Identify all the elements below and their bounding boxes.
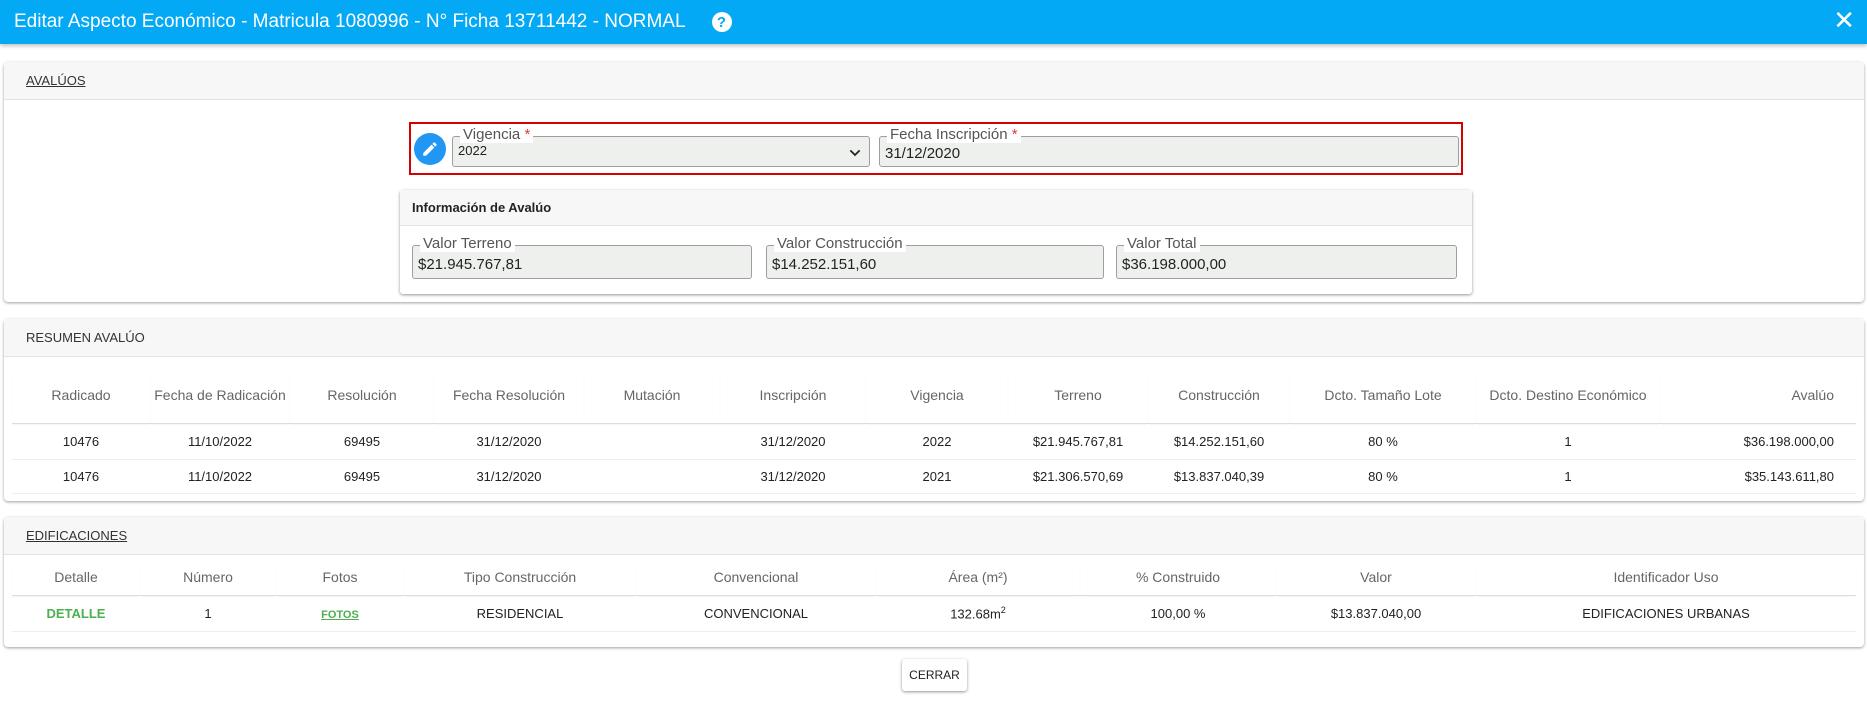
cell-construido: 100,00 % [1080, 595, 1276, 632]
resumen-header-row: Radicado Fecha de Radicación Resolución … [12, 369, 1856, 424]
cell-avaluo: $35.143.611,80 [1660, 459, 1856, 494]
cell-inscripcion: 31/12/2020 [720, 459, 866, 494]
table-row[interactable]: 10476 11/10/2022 69495 31/12/2020 31/12/… [12, 423, 1856, 460]
vigencia-label: Vigencia * [460, 127, 534, 143]
cell-numero: 1 [140, 595, 276, 632]
informacion-avaluo-panel: Información de Avalúo Valor Terreno $21.… [400, 190, 1472, 294]
chevron-down-icon[interactable] [847, 145, 863, 161]
valor-terreno-label: Valor Terreno [420, 236, 515, 252]
col-mutacion[interactable]: Mutación [584, 369, 720, 424]
cell-identificador-uso: EDIFICACIONES URBANAS [1476, 595, 1856, 632]
cell-detalle: DETALLE [12, 595, 140, 632]
col-avaluo[interactable]: Avalúo [1660, 369, 1856, 424]
cell-fecha-radicacion: 11/10/2022 [150, 459, 290, 494]
col-vigencia[interactable]: Vigencia [866, 369, 1008, 424]
fecha-inscripcion-label: Fecha Inscripción * [887, 127, 1021, 143]
dialog-title: Editar Aspecto Económico - Matricula 108… [14, 11, 686, 32]
valor-total-field[interactable]: Valor Total $36.198.000,00 [1116, 236, 1457, 279]
valor-total-label: Valor Total [1124, 236, 1200, 252]
resumen-avaluo-card: RESUMEN AVALÚO Radicado Fecha de Radicac… [4, 319, 1864, 501]
cell-fecha-radicacion: 11/10/2022 [150, 423, 290, 460]
cell-mutacion [584, 459, 720, 494]
cell-dcto-destino-economico: 1 [1476, 423, 1660, 460]
col-inscripcion[interactable]: Inscripción [720, 369, 866, 424]
edificaciones-header-row: Detalle Número Fotos Tipo Construcción C… [12, 561, 1856, 596]
help-icon[interactable]: ? [711, 12, 732, 32]
cell-dcto-destino-economico: 1 [1476, 459, 1660, 494]
cell-construccion: $14.252.151,60 [1148, 423, 1290, 460]
edificaciones-table: Detalle Número Fotos Tipo Construcción C… [12, 561, 1856, 632]
valor-total-value: $36.198.000,00 [1122, 256, 1227, 273]
col-fecha-resolucion[interactable]: Fecha Resolución [434, 369, 584, 424]
cell-vigencia: 2021 [866, 459, 1008, 494]
cell-resolucion: 69495 [290, 459, 434, 494]
resumen-avaluo-header: RESUMEN AVALÚO [4, 319, 1864, 357]
table-row[interactable]: DETALLE 1 FOTOS RESIDENCIAL CONVENCIONAL… [12, 595, 1856, 632]
col-detalle[interactable]: Detalle [12, 561, 140, 596]
fecha-inscripcion-field[interactable]: Fecha Inscripción * 31/12/2020 [879, 127, 1459, 167]
cell-tipo-construccion: RESIDENCIAL [404, 595, 636, 632]
cell-fotos: FOTOS [276, 595, 404, 632]
cerrar-button[interactable]: CERRAR [902, 659, 967, 691]
valor-terreno-field[interactable]: Valor Terreno $21.945.767,81 [412, 236, 752, 279]
col-area[interactable]: Área (m²) [876, 561, 1080, 596]
col-valor[interactable]: Valor [1276, 561, 1476, 596]
col-radicado[interactable]: Radicado [12, 369, 150, 424]
col-fotos[interactable]: Fotos [276, 561, 404, 596]
valor-construccion-field[interactable]: Valor Construcción $14.252.151,60 [766, 236, 1104, 279]
avaluos-card: AVALÚOS Vigencia * 2022 Fecha Inscripció… [4, 62, 1864, 302]
avaluos-title[interactable]: AVALÚOS [26, 73, 85, 88]
cell-mutacion [584, 423, 720, 460]
close-icon[interactable]: ✕ [1833, 6, 1855, 34]
col-resolucion[interactable]: Resolución [290, 369, 434, 424]
cell-inscripcion: 31/12/2020 [720, 423, 866, 460]
valor-construccion-value: $14.252.151,60 [772, 256, 877, 273]
edificaciones-header: EDIFICACIONES [4, 517, 1864, 555]
fecha-inscripcion-value: 31/12/2020 [885, 145, 961, 162]
cell-dcto-tamano-lote: 80 % [1290, 459, 1476, 494]
valor-construccion-label: Valor Construcción [774, 236, 906, 252]
col-identificador-uso[interactable]: Identificador Uso [1476, 561, 1856, 596]
informacion-avaluo-title: Información de Avalúo [400, 190, 1472, 226]
cell-fecha-resolucion: 31/12/2020 [434, 459, 584, 494]
vigencia-select[interactable]: Vigencia * 2022 [452, 127, 870, 167]
cell-radicado: 10476 [12, 423, 150, 460]
cell-terreno: $21.306.570,69 [1008, 459, 1148, 494]
col-terreno[interactable]: Terreno [1008, 369, 1148, 424]
fotos-link[interactable]: FOTOS [321, 609, 359, 621]
cell-construccion: $13.837.040,39 [1148, 459, 1290, 494]
col-convencional[interactable]: Convencional [636, 561, 876, 596]
cell-fecha-resolucion: 31/12/2020 [434, 423, 584, 460]
cell-resolucion: 69495 [290, 423, 434, 460]
cell-vigencia: 2022 [866, 423, 1008, 460]
cell-radicado: 10476 [12, 459, 150, 494]
col-construccion[interactable]: Construcción [1148, 369, 1290, 424]
cell-dcto-tamano-lote: 80 % [1290, 423, 1476, 460]
table-row[interactable]: 10476 11/10/2022 69495 31/12/2020 31/12/… [12, 459, 1856, 494]
col-numero[interactable]: Número [140, 561, 276, 596]
resumen-avaluo-title: RESUMEN AVALÚO [26, 330, 145, 345]
edificaciones-title[interactable]: EDIFICACIONES [26, 528, 127, 543]
col-dcto-tamano-lote[interactable]: Dcto. Tamaño Lote [1290, 369, 1476, 424]
cell-area: 132.68m2 [876, 595, 1080, 632]
cell-avaluo: $36.198.000,00 [1660, 423, 1856, 460]
col-construido[interactable]: % Construido [1080, 561, 1276, 596]
cell-valor: $13.837.040,00 [1276, 595, 1476, 632]
vigencia-value: 2022 [458, 143, 487, 158]
valor-terreno-value: $21.945.767,81 [418, 256, 523, 273]
col-tipo-construccion[interactable]: Tipo Construcción [404, 561, 636, 596]
avaluos-header: AVALÚOS [4, 62, 1864, 100]
col-dcto-destino-economico[interactable]: Dcto. Destino Económico [1476, 369, 1660, 424]
pencil-icon[interactable] [414, 133, 446, 165]
dialog-titlebar: Editar Aspecto Económico - Matricula 108… [0, 0, 1867, 44]
detalle-link[interactable]: DETALLE [47, 606, 106, 621]
edificaciones-card: EDIFICACIONES Detalle Número Fotos Tipo … [4, 517, 1864, 647]
col-fecha-radicacion[interactable]: Fecha de Radicación [150, 369, 290, 424]
cell-terreno: $21.945.767,81 [1008, 423, 1148, 460]
vigencia-selection-box: Vigencia * 2022 Fecha Inscripción * 31/1… [409, 122, 1463, 175]
cell-convencional: CONVENCIONAL [636, 595, 876, 632]
resumen-avaluo-table: Radicado Fecha de Radicación Resolución … [12, 369, 1856, 494]
